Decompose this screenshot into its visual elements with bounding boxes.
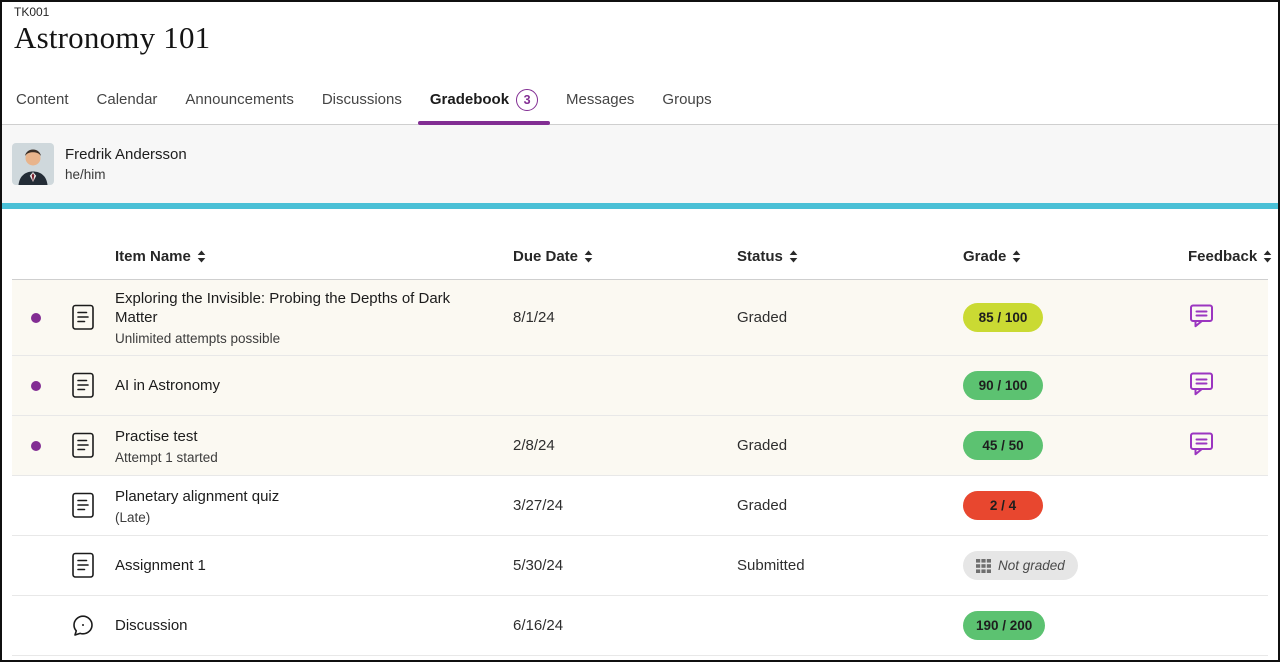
student-name: Fredrik Andersson <box>65 146 187 163</box>
grade-value: 45 / 50 <box>982 438 1023 453</box>
student-pronouns: he/him <box>65 167 187 182</box>
course-header: TK001 Astronomy 101 <box>2 2 1278 75</box>
column-label: Feedback <box>1188 248 1257 265</box>
column-label: Grade <box>963 248 1006 265</box>
table-row[interactable]: Assignment 1 5/30/24Submitted Not graded <box>12 536 1268 596</box>
item-title-link[interactable]: Discussion <box>115 616 469 635</box>
tab-label: Gradebook <box>430 91 509 108</box>
new-activity-indicator <box>31 313 41 323</box>
item-title-link[interactable]: Planetary alignment quiz <box>115 487 469 506</box>
due-date: 6/16/24 <box>495 617 719 634</box>
status: Graded <box>719 497 945 514</box>
feedback-icon[interactable] <box>1188 430 1215 457</box>
assignment-icon <box>60 372 106 399</box>
status: Submitted <box>719 557 945 574</box>
column-header-item-name[interactable]: Item Name <box>106 248 495 265</box>
status: Graded <box>719 437 945 454</box>
feedback-icon[interactable] <box>1188 370 1215 397</box>
item-subtitle: (Late) <box>115 510 469 525</box>
column-label: Status <box>737 248 783 265</box>
new-activity-indicator <box>31 441 41 451</box>
item-subtitle: Attempt 1 started <box>115 450 469 465</box>
section-divider <box>2 203 1278 209</box>
avatar[interactable] <box>12 143 54 185</box>
item-title-link[interactable]: AI in Astronomy <box>115 376 469 395</box>
rubric-grid-icon <box>976 559 991 573</box>
grade-value: 2 / 4 <box>990 498 1016 513</box>
column-header-due-date[interactable]: Due Date <box>495 248 719 265</box>
tab-label: Calendar <box>97 91 158 108</box>
column-header-grade[interactable]: Grade <box>945 248 1170 265</box>
due-date: 8/1/24 <box>495 309 719 326</box>
grade-value: 85 / 100 <box>979 310 1028 325</box>
tab-discussions[interactable]: Discussions <box>308 75 416 124</box>
grade-value: 190 / 200 <box>976 618 1032 633</box>
grade-pill[interactable]: 45 / 50 <box>963 431 1043 460</box>
grade-value: 90 / 100 <box>979 378 1028 393</box>
student-meta: Fredrik Andersson he/him <box>65 146 187 182</box>
tab-label: Groups <box>662 91 711 108</box>
tab-announcements[interactable]: Announcements <box>171 75 307 124</box>
tab-content[interactable]: Content <box>2 75 83 124</box>
grade-value: Not graded <box>998 558 1065 573</box>
student-bar: Fredrik Andersson he/him <box>2 125 1278 203</box>
table-row[interactable]: Practise test Attempt 1 started 2/8/24Grad… <box>12 416 1268 476</box>
page-title: Astronomy 101 <box>14 20 1278 56</box>
status <box>719 385 945 386</box>
item-subtitle: Unlimited attempts possible <box>115 331 469 346</box>
item-title-link[interactable]: Assignment 1 <box>115 556 469 575</box>
table-row[interactable]: Discussion 6/16/24 190 / 200 <box>12 596 1268 656</box>
tab-gradebook[interactable]: Gradebook 3 <box>416 75 552 124</box>
course-tabbar: Content Calendar Announcements Discussions G… <box>2 75 1278 125</box>
app-window: TK001 Astronomy 101 Content Calendar Annou… <box>0 0 1280 662</box>
sort-icon <box>197 250 206 263</box>
tab-label: Discussions <box>322 91 402 108</box>
discussion-icon <box>60 613 106 639</box>
due-date: 3/27/24 <box>495 497 719 514</box>
grade-pill[interactable]: Not graded <box>963 551 1078 580</box>
grade-pill[interactable]: 2 / 4 <box>963 491 1043 520</box>
assignment-icon <box>60 492 106 519</box>
tab-groups[interactable]: Groups <box>648 75 725 124</box>
table-body: Exploring the Invisible: Probing the Dep… <box>12 280 1268 656</box>
table-header: Item Name Due Date Status Grade Feedback <box>12 234 1268 280</box>
table-row[interactable]: Planetary alignment quiz (Late) 3/27/24Gra… <box>12 476 1268 536</box>
tab-label: Announcements <box>185 91 293 108</box>
tab-messages[interactable]: Messages <box>552 75 648 124</box>
assignment-icon <box>60 552 106 579</box>
status <box>719 625 945 626</box>
grade-pill[interactable]: 190 / 200 <box>963 611 1045 640</box>
sort-icon <box>1263 250 1272 263</box>
table-row[interactable]: Exploring the Invisible: Probing the Dep… <box>12 280 1268 356</box>
column-header-status[interactable]: Status <box>719 248 945 265</box>
gradebook-count-badge: 3 <box>516 89 538 111</box>
tab-label: Content <box>16 91 69 108</box>
item-title-link[interactable]: Practise test <box>115 427 469 446</box>
due-date: 2/8/24 <box>495 437 719 454</box>
gradebook-table: Item Name Due Date Status Grade Feedback Exp… <box>12 234 1268 656</box>
sort-icon <box>1012 250 1021 263</box>
table-row[interactable]: AI in Astronomy 90 / 100 <box>12 356 1268 416</box>
tab-calendar[interactable]: Calendar <box>83 75 172 124</box>
tab-label: Messages <box>566 91 634 108</box>
due-date <box>495 385 719 386</box>
feedback-icon[interactable] <box>1188 302 1215 329</box>
due-date: 5/30/24 <box>495 557 719 574</box>
assignment-icon <box>60 304 106 331</box>
sort-icon <box>789 250 798 263</box>
status: Graded <box>719 309 945 326</box>
new-activity-indicator <box>31 381 41 391</box>
column-label: Due Date <box>513 248 578 265</box>
sort-icon <box>584 250 593 263</box>
course-code: TK001 <box>14 5 1278 19</box>
item-title-link[interactable]: Exploring the Invisible: Probing the Dep… <box>115 289 469 327</box>
column-header-feedback[interactable]: Feedback <box>1170 248 1272 265</box>
assignment-icon <box>60 432 106 459</box>
column-label: Item Name <box>115 248 191 265</box>
grade-pill[interactable]: 85 / 100 <box>963 303 1043 332</box>
grade-pill[interactable]: 90 / 100 <box>963 371 1043 400</box>
